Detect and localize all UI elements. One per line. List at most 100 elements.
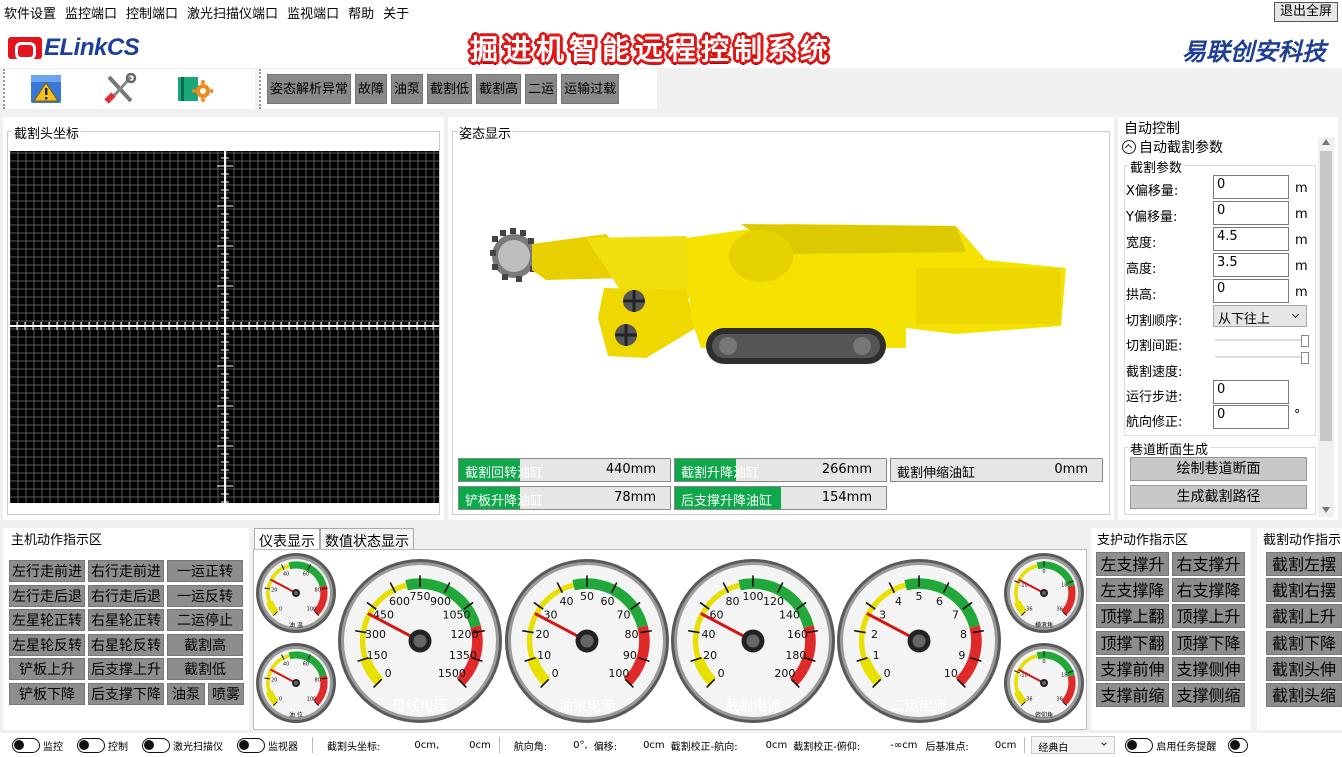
auto-panel-scrollbar[interactable] (1318, 137, 1334, 517)
action-button[interactable]: 左行走前进 (9, 560, 85, 582)
menu-software-settings[interactable]: 软件设置 (4, 3, 56, 22)
action-button[interactable]: 截割头缩 (1266, 683, 1342, 707)
auto-cut-section[interactable]: 自动截割参数 (1122, 137, 1223, 157)
gauge-tick-label: 6 (936, 595, 943, 608)
action-button[interactable]: 截割上升 (1266, 604, 1342, 629)
theme-select[interactable]: 经典白 (1031, 736, 1116, 754)
toggle-laser[interactable]: 激光扫描仪 (142, 737, 223, 753)
action-button[interactable]: 左支撑升 (1096, 552, 1169, 576)
draw-tunnel-button[interactable]: 绘制巷道断面 (1130, 457, 1307, 481)
action-button[interactable]: 一运反转 (167, 584, 243, 607)
cylinder-cut-rotate: 截割回转油缸 440mm (458, 458, 671, 482)
generate-path-button[interactable]: 生成截割路径 (1130, 485, 1307, 509)
cylinder-shovel-lift-label: 铲板升降油缸 (465, 494, 544, 509)
menu-monitor-port[interactable]: 监控端口 (65, 3, 117, 22)
action-button[interactable]: 左行走后退 (9, 584, 85, 607)
cut-speed-slider[interactable] (1215, 352, 1309, 366)
action-button[interactable]: 右支撑升 (1172, 552, 1245, 576)
heading-correction-input[interactable]: 0 (1213, 405, 1289, 429)
width-input[interactable]: 4.5 (1213, 227, 1289, 251)
toggle-switch-icon[interactable] (77, 737, 105, 753)
toggle-video[interactable]: 监视器 (237, 737, 298, 753)
action-button[interactable]: 顶撑下翻 (1096, 630, 1169, 655)
gauge-hub-inner (746, 634, 760, 648)
toggle-monitor[interactable]: 监控 (12, 737, 63, 753)
action-button[interactable]: 喷雾 (208, 682, 244, 705)
slider-handle[interactable] (1301, 335, 1309, 347)
action-button[interactable]: 后支撑下降 (88, 682, 164, 705)
arch-unit: m (1295, 285, 1308, 300)
cut-spacing-slider[interactable] (1215, 335, 1309, 349)
arch-input[interactable]: 0 (1213, 279, 1289, 303)
gauge-hub-inner (580, 634, 594, 648)
height-input[interactable]: 3.5 (1213, 253, 1289, 277)
action-button[interactable]: 支撑侧缩 (1172, 683, 1245, 707)
cut-order-select[interactable]: 从下往上 (1213, 305, 1307, 327)
action-button[interactable]: 油泵 (167, 682, 205, 705)
action-button[interactable]: 顶撑上升 (1172, 604, 1245, 629)
toggle-video-label: 监视器 (268, 741, 298, 753)
action-button[interactable]: 左星轮反转 (9, 633, 85, 656)
y-offset-input[interactable]: 0 (1213, 201, 1289, 225)
toggle-switch-icon[interactable] (237, 737, 265, 753)
action-button[interactable]: 截割左摆 (1266, 552, 1342, 576)
scroll-up-icon[interactable] (1322, 139, 1330, 145)
action-button[interactable]: 铲板下降 (9, 682, 85, 705)
menu-control-port[interactable]: 控制端口 (126, 3, 178, 22)
run-step-input[interactable]: 0 (1213, 380, 1289, 404)
run-step-label: 运行步进: (1126, 390, 1183, 405)
scroll-down-icon[interactable] (1322, 507, 1330, 513)
exit-fullscreen-button[interactable]: 退出全屏 (1273, 2, 1338, 22)
action-button[interactable]: 支撑前伸 (1096, 656, 1169, 681)
gauge-label: 横滚角 (1035, 621, 1053, 629)
action-button[interactable]: 顶撑上翻 (1096, 604, 1169, 629)
action-button[interactable]: 右星轮反转 (88, 633, 164, 656)
gauge-tick-label: 50 (580, 590, 594, 603)
menu-laser-port[interactable]: 激光扫描仪端口 (187, 3, 278, 22)
action-button[interactable]: 铲板上升 (9, 658, 85, 680)
action-button[interactable]: 顶撑下降 (1172, 630, 1245, 655)
action-button[interactable]: 右星轮正转 (88, 609, 164, 631)
action-button[interactable]: 右支撑降 (1172, 578, 1245, 603)
gauge-tick-label: 1 (873, 649, 880, 662)
action-button[interactable]: 支撑前缩 (1096, 683, 1169, 707)
action-button[interactable]: 截割高 (167, 633, 243, 656)
alarm-attitude[interactable]: 姿态解析异常 (267, 74, 352, 104)
alarm-fault[interactable]: 故障 (355, 74, 388, 104)
warning-icon[interactable] (27, 73, 65, 105)
gauge-tick-label: 80 (726, 595, 740, 608)
action-button[interactable]: 截割下降 (1266, 630, 1342, 655)
alarm-oil-pump[interactable]: 油泵 (391, 74, 424, 104)
menu-help[interactable]: 帮助 (348, 3, 374, 22)
action-button[interactable]: 一运正转 (167, 560, 243, 582)
action-button[interactable]: 截割头伸 (1266, 656, 1342, 681)
x-offset-input[interactable]: 0 (1213, 175, 1289, 199)
scrollbar-thumb[interactable] (1320, 151, 1332, 441)
collapse-icon[interactable] (1122, 140, 1136, 154)
action-button[interactable]: 左支撑降 (1096, 578, 1169, 603)
action-button[interactable]: 支撑侧伸 (1172, 656, 1245, 681)
slider-handle[interactable] (1301, 352, 1309, 364)
action-button[interactable]: 截割低 (167, 658, 243, 680)
menu-video-port[interactable]: 监视端口 (287, 3, 339, 22)
action-button[interactable]: 二运停止 (167, 609, 243, 631)
toggle-control[interactable]: 控制 (77, 737, 128, 753)
book-gear-icon[interactable] (175, 73, 214, 105)
toggle-switch-icon[interactable] (1125, 737, 1154, 753)
action-button[interactable]: 截割右摆 (1266, 578, 1342, 603)
action-button[interactable]: 右行走后退 (88, 584, 164, 607)
toggle-switch-icon[interactable] (12, 737, 40, 753)
alarm-second-conveyor[interactable]: 二运 (525, 74, 558, 104)
gauge-tick-label: 40 (283, 661, 289, 667)
alarm-transport-overload[interactable]: 运输过载 (561, 74, 620, 104)
tools-icon[interactable] (101, 72, 139, 105)
menu-about[interactable]: 关于 (383, 3, 409, 22)
action-button[interactable]: 左星轮正转 (9, 609, 85, 631)
alarm-cut-low[interactable]: 截割低 (427, 74, 473, 104)
alarm-cut-high[interactable]: 截割高 (476, 74, 522, 104)
toggle-extra-icon[interactable] (1228, 737, 1249, 753)
action-button[interactable]: 右行走前进 (88, 560, 164, 582)
toggle-switch-icon[interactable] (142, 737, 170, 753)
toggle-task-reminder[interactable]: 启用任务提醒 (1125, 737, 1216, 753)
action-button[interactable]: 后支撑上升 (88, 658, 164, 680)
